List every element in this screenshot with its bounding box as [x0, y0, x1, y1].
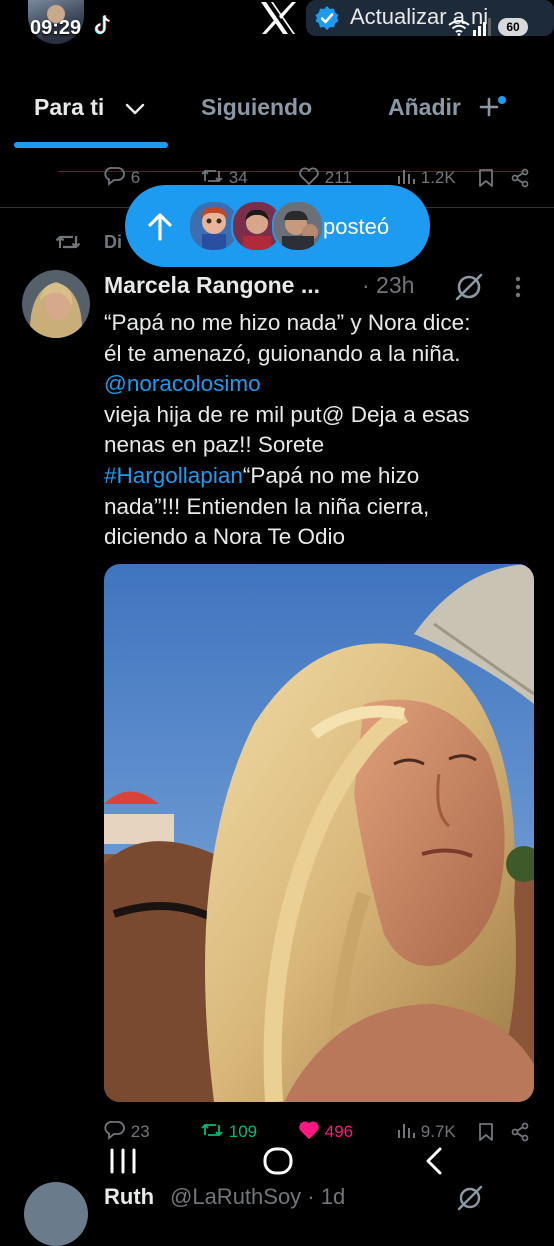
- wifi-icon: [448, 20, 470, 36]
- reply-icon: [104, 167, 125, 186]
- mention-link[interactable]: @noracolosimo: [104, 369, 544, 400]
- next-author-handle[interactable]: @LaRuthSoy · 1d: [170, 1184, 345, 1210]
- tweet-text-line: nada”!!! Entienden la niña cierra,: [104, 493, 430, 519]
- repost-icon: [54, 231, 82, 253]
- prev-views-button[interactable]: 1.2K: [396, 166, 456, 188]
- signal-icon: [472, 18, 492, 36]
- status-time: 09:29: [30, 17, 82, 39]
- prev-reply-button[interactable]: 6: [104, 166, 140, 188]
- repost-icon: [201, 1124, 223, 1136]
- tiktok-icon: [92, 14, 114, 38]
- hashtag-link[interactable]: #Hargollapian: [104, 463, 243, 488]
- grok-icon[interactable]: [454, 272, 484, 302]
- like-button[interactable]: 496: [298, 1120, 353, 1142]
- views-button[interactable]: 9.7K: [396, 1120, 456, 1142]
- repost-label[interactable]: Di: [104, 232, 122, 253]
- tweet-text-line: él te amenazó, guionando a la niña.: [104, 340, 461, 366]
- author-avatar[interactable]: [22, 270, 90, 338]
- back-icon[interactable]: [422, 1146, 446, 1176]
- tweet-text-line: diciendo a Nora Te Odio: [104, 524, 345, 550]
- tweet-timestamp[interactable]: · 23h: [362, 272, 414, 299]
- pill-avatar-3: [272, 200, 324, 252]
- active-tab-indicator: [14, 142, 168, 148]
- tweet-text-line: #Hargollapian“Papá no me hizo: [104, 461, 544, 492]
- repost-icon: [201, 170, 223, 182]
- author-name[interactable]: Marcela Rangone ...: [104, 272, 320, 299]
- tab-for-you[interactable]: Para ti: [34, 94, 104, 121]
- tab-following[interactable]: Siguiendo: [201, 94, 312, 121]
- views-count: 9.7K: [420, 1122, 456, 1141]
- chevron-down-icon[interactable]: [124, 98, 146, 120]
- battery-indicator: 60: [498, 18, 528, 36]
- tweet-body: “Papá no me hizo nada” y Nora dice: él t…: [104, 308, 544, 553]
- views-icon: [398, 1124, 415, 1138]
- prev-reply-count: 6: [130, 168, 141, 187]
- recents-icon[interactable]: [108, 1148, 138, 1174]
- tweet-text-fragment: “Papá no me hizo: [242, 462, 420, 488]
- prev-share-icon[interactable]: [510, 168, 530, 193]
- reply-icon: [104, 1121, 125, 1140]
- heart-icon: [299, 167, 319, 185]
- more-options-icon[interactable]: [514, 275, 522, 299]
- plus-icon[interactable]: [479, 96, 499, 118]
- reply-button[interactable]: 23: [104, 1120, 150, 1142]
- like-count: 496: [324, 1122, 354, 1141]
- tweet-text-line: nenas en paz!! Sorete: [104, 432, 325, 458]
- new-posts-label: posteó: [323, 214, 390, 239]
- repost-count: 109: [228, 1122, 258, 1141]
- arrow-up-icon: [145, 212, 175, 242]
- reply-count: 23: [130, 1122, 150, 1141]
- repost-button[interactable]: 109: [200, 1120, 257, 1142]
- grok-icon[interactable]: [456, 1184, 484, 1212]
- tweet-text-line: vieja hija de re mil put@ Deja a esas: [104, 401, 470, 427]
- tab-add[interactable]: Añadir: [388, 94, 461, 121]
- next-author-name[interactable]: Ruth: [104, 1184, 154, 1210]
- prev-views-count: 1.2K: [420, 168, 456, 187]
- heart-icon: [299, 1121, 319, 1139]
- verified-icon: [314, 5, 340, 31]
- next-author-avatar[interactable]: [24, 1182, 88, 1246]
- notification-dot: [498, 96, 506, 104]
- prev-bookmark-icon[interactable]: [477, 168, 495, 193]
- home-icon[interactable]: [262, 1146, 294, 1176]
- tweet-photo[interactable]: [104, 564, 534, 1102]
- x-logo-icon[interactable]: [258, 0, 298, 36]
- tweet-text-line: “Papá no me hizo nada” y Nora dice:: [104, 310, 471, 335]
- views-icon: [398, 170, 415, 184]
